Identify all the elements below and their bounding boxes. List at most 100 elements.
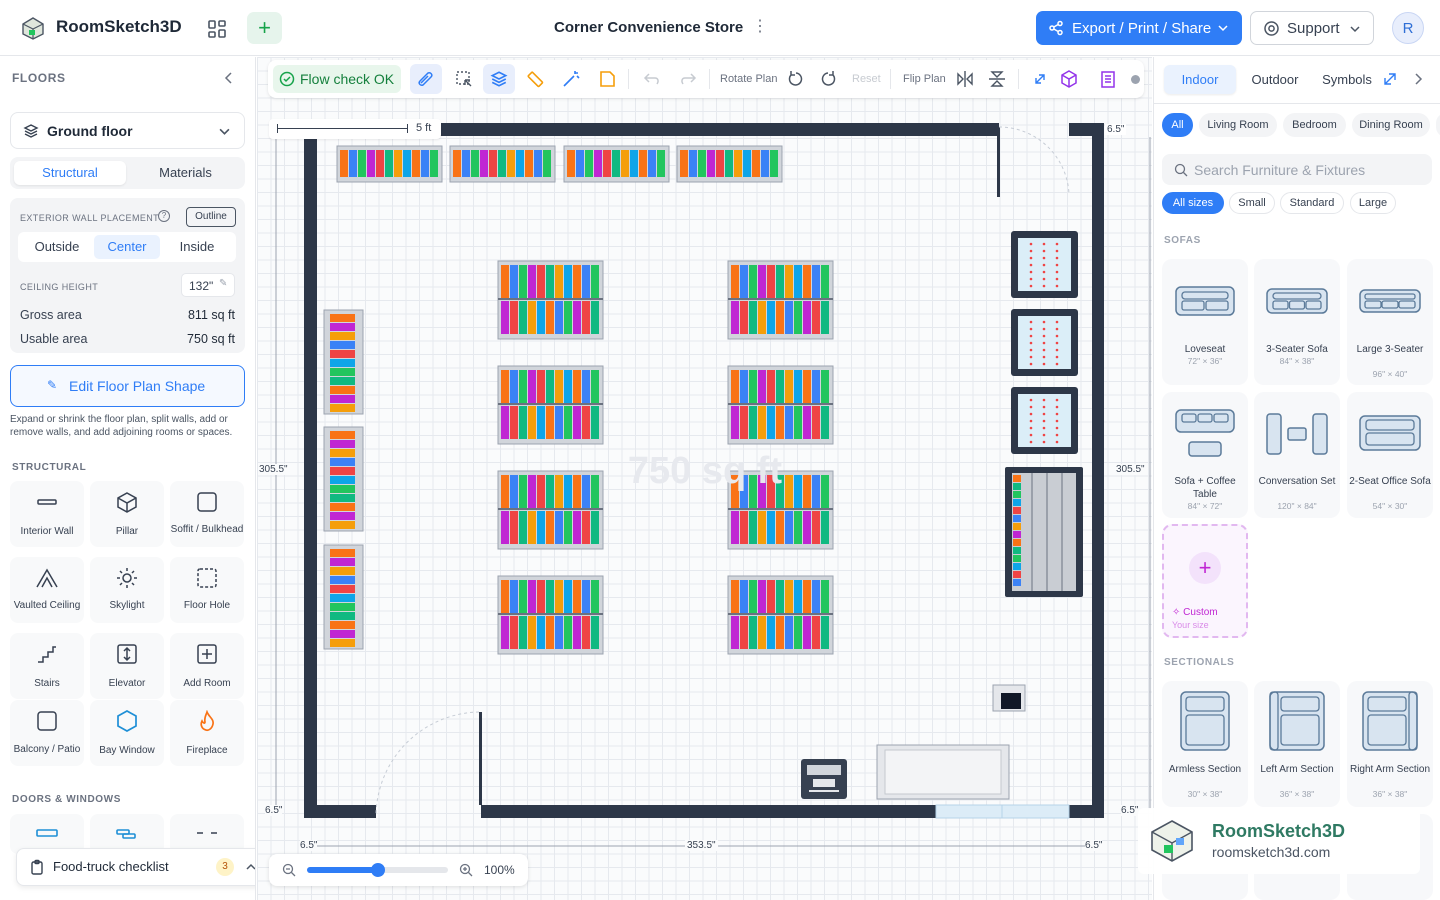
edit-floor-plan-shape-button[interactable]: ✎ Edit Floor Plan Shape (10, 365, 245, 407)
collapse-panel-icon[interactable] (224, 72, 234, 84)
magic-wand-icon[interactable] (561, 69, 581, 89)
furniture-card-sofa-coffee-table[interactable]: Sofa + Coffee Table 84" × 72" (1162, 392, 1248, 518)
support-button[interactable]: Support (1250, 11, 1374, 45)
furniture-card-3-seater-sofa[interactable]: 3-Seater Sofa 84" × 38" (1254, 259, 1340, 385)
room-filter-all[interactable]: All (1162, 113, 1193, 137)
expand-panel-icon[interactable] (1383, 72, 1397, 86)
cooler-item (1042, 334, 1046, 338)
floor-plan-canvas[interactable]: 750 sq ft Flow check OK Rotate Plan Rese… (257, 57, 1152, 900)
tab-materials[interactable]: Materials (130, 161, 241, 185)
tool-elevator[interactable]: Elevator (90, 633, 164, 699)
3d-view-icon[interactable] (1059, 69, 1079, 89)
tool-add-room[interactable]: Add Room (170, 633, 244, 699)
tab-symbols[interactable]: Symbols (1312, 65, 1382, 94)
ruler-icon[interactable] (525, 69, 545, 89)
project-title[interactable]: Corner Convenience Store (554, 19, 743, 36)
custom-size-card[interactable]: + ✧ Custom Your size (1162, 524, 1248, 638)
tool-skylight[interactable]: Skylight (90, 557, 164, 623)
checkout-counter[interactable] (876, 744, 1010, 800)
zoom-slider[interactable] (307, 863, 448, 877)
room-filter-more[interactable] (1436, 113, 1440, 137)
bottom-left-door[interactable] (375, 711, 482, 816)
furniture-search-input[interactable]: Search Furniture & Fixtures (1162, 154, 1432, 185)
select-area-icon[interactable] (454, 69, 474, 89)
furniture-card-2-seat-office-sofa[interactable]: 2-Seat Office Sofa 54" × 30" (1347, 392, 1433, 518)
lifebuoy-icon (1264, 21, 1279, 36)
drink-cooler[interactable] (1005, 467, 1083, 597)
shelf-product (534, 150, 542, 177)
floor-select[interactable]: Ground floor (10, 112, 245, 149)
building-icon[interactable] (1098, 69, 1118, 89)
flip-vertical-icon[interactable] (987, 69, 1007, 89)
room-filter-dining-room[interactable]: Dining Room (1352, 113, 1430, 137)
tool-balcony[interactable]: Balcony / Patio (10, 700, 84, 766)
export-button[interactable]: Export / Print / Share (1036, 11, 1242, 45)
tool-pillar[interactable]: Pillar (90, 481, 164, 547)
wall-shelf-product (330, 332, 355, 340)
placement-outside[interactable]: Outside (22, 235, 92, 259)
tab-indoor[interactable]: Indoor (1164, 65, 1236, 94)
tool-floor-hole[interactable]: Floor Hole (170, 557, 244, 623)
app-logo-icon[interactable] (20, 15, 46, 41)
new-project-button[interactable]: + (247, 12, 282, 44)
furniture-card-armless-section[interactable]: Armless Section 30" × 38" (1162, 681, 1248, 807)
wall-shelf-units[interactable] (323, 309, 364, 650)
zoom-in-icon[interactable] (459, 863, 473, 877)
room-filter-living-room[interactable]: Living Room (1199, 113, 1277, 137)
size-filter-large[interactable]: Large (1350, 192, 1396, 214)
tool-soffit[interactable]: Soffit / Bulkhead (170, 481, 244, 547)
tool-interior-wall[interactable]: Interior Wall (10, 481, 84, 547)
outline-button[interactable]: Outline (186, 207, 236, 227)
left-arm-section-icon (1269, 691, 1325, 751)
dashboard-grid-icon[interactable] (202, 14, 232, 44)
magnet-button[interactable] (410, 64, 442, 94)
cash-register[interactable] (801, 759, 847, 799)
note-icon[interactable] (597, 69, 617, 89)
chevron-right-icon[interactable] (1413, 72, 1423, 86)
help-icon[interactable]: ? (158, 210, 170, 222)
tool-stairs[interactable]: Stairs (10, 633, 84, 699)
user-avatar[interactable]: R (1392, 12, 1424, 44)
redo-icon[interactable] (678, 69, 698, 89)
trash-bin[interactable] (992, 684, 1026, 712)
room-filter-bedroom[interactable]: Bedroom (1283, 113, 1346, 137)
project-menu-icon[interactable]: ⋮ (752, 16, 768, 36)
tab-structural[interactable]: Structural (14, 161, 126, 185)
layers-button[interactable] (483, 64, 515, 94)
fullscreen-icon[interactable] (1030, 69, 1050, 89)
size-filter-all[interactable]: All sizes (1162, 192, 1224, 214)
furniture-card-conversation-set[interactable]: Conversation Set 120" × 84" (1254, 392, 1340, 518)
furniture-card-loveseat[interactable]: Loveseat 72" × 36" (1162, 259, 1248, 385)
furniture-card-right-arm-section[interactable]: Right Arm Section 36" × 38" (1347, 681, 1433, 807)
size-filter-small[interactable]: Small (1229, 192, 1275, 214)
shelf-units[interactable] (336, 145, 834, 655)
size-filter-standard[interactable]: Standard (1280, 192, 1344, 214)
tab-outdoor[interactable]: Outdoor (1238, 65, 1312, 94)
tool-fireplace[interactable]: Fireplace (170, 700, 244, 766)
placement-inside[interactable]: Inside (162, 235, 232, 259)
reset-button[interactable]: Reset (852, 73, 881, 85)
top-right-door[interactable] (997, 126, 1070, 197)
rotate-right-icon[interactable] (818, 69, 838, 89)
cooler-units[interactable] (1011, 231, 1078, 454)
flip-horizontal-icon[interactable] (955, 69, 975, 89)
placement-center[interactable]: Center (94, 235, 160, 259)
bottom-window[interactable] (935, 804, 1070, 819)
catalog-tabs: Indoor Outdoor Symbols (1162, 63, 1387, 96)
zoom-out-icon[interactable] (282, 863, 296, 877)
card-size: 30" × 38" (1187, 789, 1223, 799)
zoom-slider-thumb[interactable] (370, 863, 385, 877)
furniture-card-left-arm-section[interactable]: Left Arm Section 36" × 38" (1254, 681, 1340, 807)
tool-label: Elevator (108, 678, 146, 689)
shelf-product (591, 265, 599, 298)
tool-vaulted-ceiling[interactable]: Vaulted Ceiling (10, 557, 84, 623)
food-truck-checklist[interactable]: Food-truck checklist 3 (16, 848, 255, 886)
undo-icon[interactable] (642, 69, 662, 89)
ceiling-height-input[interactable]: 132" ✎ (181, 273, 235, 297)
shelf-product (758, 301, 766, 334)
tool-bay-window[interactable]: Bay Window (90, 700, 164, 766)
floor-plan-drawing[interactable]: 750 sq ft (257, 57, 1152, 900)
furniture-card-large-3-seater[interactable]: Large 3-Seater 96" × 40" (1347, 259, 1433, 385)
flow-check-status[interactable]: Flow check OK (273, 65, 401, 93)
rotate-left-icon[interactable] (786, 69, 806, 89)
